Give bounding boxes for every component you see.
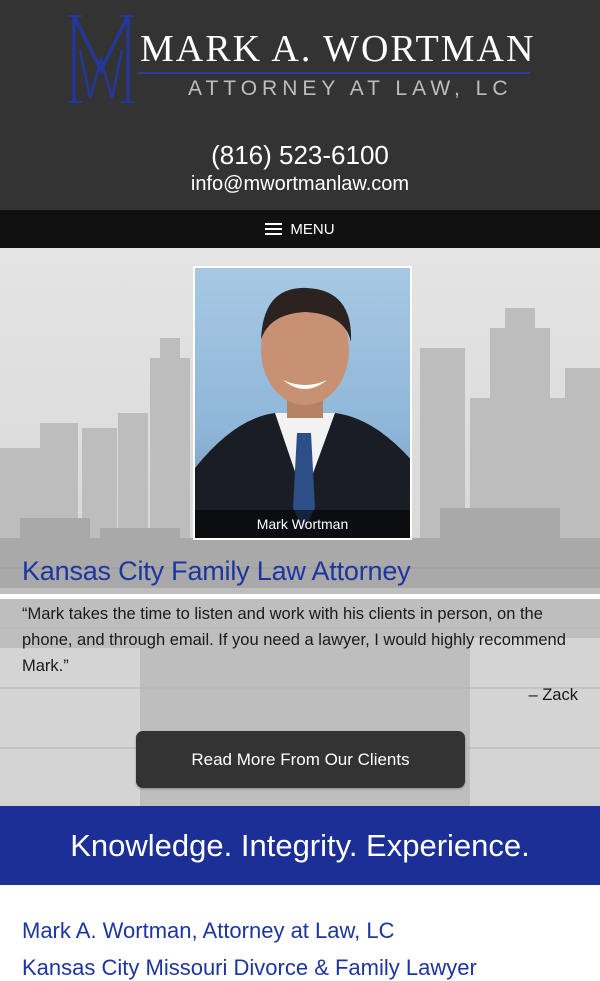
attorney-photo: Mark Wortman [193, 266, 412, 540]
attorney-portrait-image [195, 287, 410, 538]
hamburger-icon [265, 222, 283, 236]
logo-firm-name: Mark A. Wortman [140, 28, 536, 70]
site-logo[interactable]: Mark A. Wortman Attorney at Law, LC [68, 10, 538, 110]
logo-subtitle: Attorney at Law, LC [188, 77, 513, 100]
testimonial-quote: “Mark takes the time to listen and work … [22, 605, 566, 675]
title-divider [0, 594, 600, 599]
hero-section: Mark Wortman Kansas City Family Law Atto… [0, 248, 600, 806]
menu-toggle-button[interactable]: MENU [0, 210, 600, 248]
testimonial-author: – Zack [528, 686, 578, 704]
photo-caption: Mark Wortman [195, 510, 410, 538]
site-header: Mark A. Wortman Attorney at Law, LC (816… [0, 0, 600, 210]
firm-name-heading: Mark A. Wortman, Attorney at Law, LC [22, 918, 395, 943]
page-title: Kansas City Family Law Attorney [22, 556, 411, 586]
tagline-text: Knowledge. Integrity. Experience. [70, 827, 530, 863]
firm-subtitle: Kansas City Missouri Divorce & Family La… [22, 955, 477, 980]
header-email-link[interactable]: info@mwortmanlaw.com [0, 172, 600, 196]
logo-monogram-icon [68, 15, 134, 103]
menu-label: MENU [290, 220, 335, 238]
read-more-testimonials-button[interactable]: Read More From Our Clients [136, 731, 465, 788]
logo-divider [138, 72, 530, 74]
tagline-banner: Knowledge. Integrity. Experience. [0, 806, 600, 885]
header-phone-link[interactable]: (816) 523-6100 [0, 140, 600, 170]
